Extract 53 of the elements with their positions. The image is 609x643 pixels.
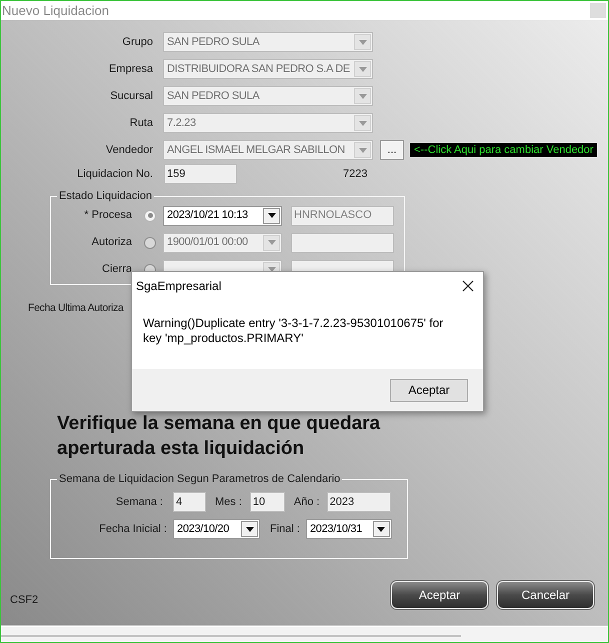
- input-field[interactable]: 2023: [326, 492, 391, 512]
- dropdown-caret-icon: [358, 94, 366, 98]
- dropdown-caret-icon: [358, 40, 366, 44]
- dropdown-caret-icon: [358, 148, 366, 152]
- input-field[interactable]: [291, 232, 394, 252]
- radio-button[interactable]: [144, 210, 156, 222]
- dialog-button[interactable]: Aceptar: [391, 580, 488, 609]
- field-label: Grupo: [121, 34, 153, 50]
- input-field[interactable]: 159: [164, 164, 237, 184]
- dialog-title: SgaEmpresarial: [136, 278, 222, 295]
- dropdown-caret-icon: [268, 213, 276, 218]
- field-label: Ruta: [128, 116, 153, 131]
- dropdown[interactable]: 7.2.23: [163, 113, 373, 133]
- dropdown-caret-icon: [358, 120, 366, 126]
- heading: Verifique la semana en que quedara aperturada esta liquidación: [57, 412, 382, 461]
- hint-label: <--Click Aqui para cambiar Vendedor: [410, 143, 598, 157]
- dropdown[interactable]: 2023/10/21 10:13: [163, 206, 282, 226]
- input-field[interactable]: 4: [173, 492, 206, 512]
- dropdown[interactable]: 2023/10/20: [173, 519, 260, 540]
- field-label: * Procesa: [83, 208, 132, 224]
- field-label: Liquidacion No.: [76, 166, 153, 182]
- dialog-message: Warning()Duplicate entry '3-3-1-7.2.23-95301010675' for key 'mp_productos.PRIMARY': [143, 316, 444, 346]
- dropdown[interactable]: SAN PEDRO SULA: [163, 32, 373, 52]
- dropdown-caret-icon: [377, 526, 386, 532]
- field-label: Fecha Ultima Autoriza: [28, 301, 124, 316]
- dialog-button[interactable]: Cancelar: [497, 580, 594, 609]
- field-label: Final :: [270, 522, 300, 537]
- field-label: Mes :: [215, 495, 242, 510]
- field-label: Cierra: [101, 262, 132, 278]
- dropdown-caret-icon: [246, 526, 254, 532]
- field-label: Año :: [294, 495, 320, 510]
- change-vendor-button[interactable]: ...: [380, 140, 404, 160]
- dropdown[interactable]: ANGEL ISMAEL MELGAR SABILLON: [163, 140, 373, 160]
- dropdown[interactable]: 2023/10/31: [306, 519, 392, 540]
- input-field[interactable]: 10: [250, 492, 285, 512]
- close-icon[interactable]: [462, 280, 474, 292]
- dropdown-caret-icon: [268, 240, 276, 245]
- field-label: Empresa: [108, 62, 153, 77]
- window-title: Nuevo Liquidacion: [1, 2, 109, 20]
- dropdown[interactable]: DISTRIBUIDORA SAN PEDRO S.A DE: [163, 59, 373, 79]
- field-label: Vendedor: [104, 142, 153, 158]
- field-label: Semana :: [114, 495, 163, 510]
- field-label: Sucursal: [109, 88, 153, 104]
- footer-code: CSF2: [10, 593, 38, 608]
- dropdown[interactable]: SAN PEDRO SULA: [163, 86, 373, 106]
- dropdown-caret-icon: [358, 66, 366, 72]
- scrollbar[interactable]: [1, 626, 608, 642]
- field-label: Fecha Inicial :: [98, 522, 167, 537]
- liquidacion-code: 7223: [343, 166, 368, 182]
- field-label: Autoriza: [90, 235, 132, 250]
- group-title: Estado Liquidacion: [58, 189, 153, 204]
- group-title: Semana de Liquidacion Segun Parametros de Calendario: [58, 472, 342, 487]
- accept-button[interactable]: Aceptar: [390, 378, 468, 402]
